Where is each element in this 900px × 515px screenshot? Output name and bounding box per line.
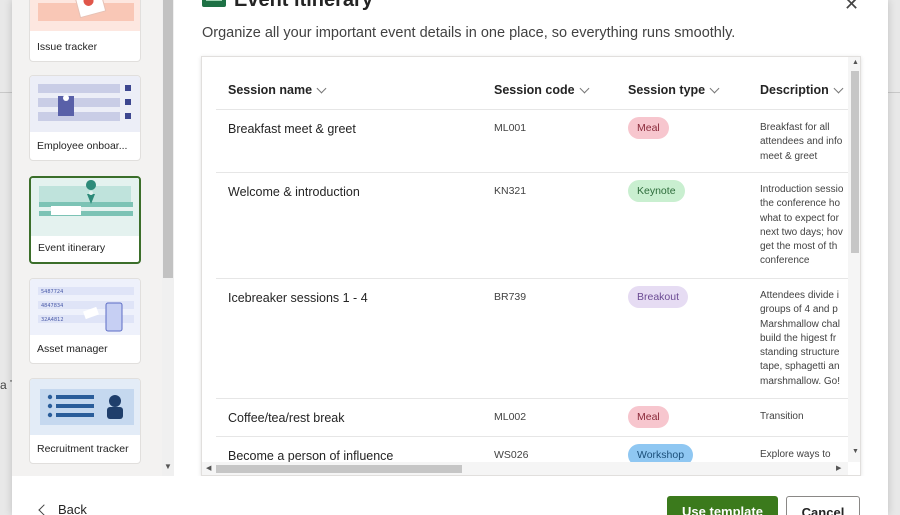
description-cell: Transition: [760, 411, 804, 422]
session-type-cell: Keynote: [628, 180, 685, 202]
asset-code-text: 5487724: [41, 289, 63, 295]
recruitment-tracker-thumbnail: [30, 379, 140, 435]
scrollbar-thumb[interactable]: [216, 465, 462, 473]
session-type-cell: Workshop: [628, 444, 694, 462]
dialog-title: Event itinerary: [234, 0, 373, 12]
asset-code-text: 4847834: [41, 303, 63, 309]
chevron-down-icon: [709, 83, 720, 93]
table-row[interactable]: Icebreaker sessions 1 - 4 BR739 Breakout…: [216, 279, 848, 399]
session-name-cell: Coffee/tea/rest break: [228, 411, 345, 425]
employee-onboarding-thumbnail: [30, 76, 140, 132]
table-header-row: Session name Session code Session type D…: [216, 57, 848, 110]
description-cell: Attendees divide i groups of 4 and p Mar…: [760, 290, 841, 387]
session-type-pill: Meal: [628, 117, 669, 139]
template-label: Event itinerary: [38, 242, 106, 254]
template-preview-table: Session name Session code Session type D…: [201, 56, 861, 476]
column-header-label: Session name: [228, 83, 313, 97]
table-row[interactable]: Welcome & introduction KN321 Keynote Int…: [216, 173, 848, 279]
use-template-button[interactable]: Use template: [667, 496, 778, 515]
session-type-cell: Meal: [628, 117, 669, 139]
backdrop-divider: [0, 92, 12, 93]
back-button-label: Back: [58, 502, 87, 515]
scroll-up-arrow-icon[interactable]: ▲: [852, 59, 859, 66]
description-cell: Introduction sessio the conference ho wh…: [760, 184, 844, 267]
column-header-label: Description: [760, 83, 829, 97]
session-type-pill: Meal: [628, 406, 669, 428]
scroll-down-arrow-icon[interactable]: ▼: [852, 448, 859, 455]
description-cell: Breakfast for all attendees and info mee…: [760, 122, 843, 162]
scroll-right-arrow-icon[interactable]: ▶: [836, 464, 841, 472]
template-card-asset-manager[interactable]: 5487724 4847834 32A4812 Asset manager: [29, 278, 141, 364]
close-icon[interactable]: ✕: [844, 0, 859, 15]
scrollbar-thumb[interactable]: [851, 71, 859, 253]
session-code-cell: WS026: [494, 449, 529, 461]
session-code-cell: ML001: [494, 122, 527, 134]
template-label: Employee onboar...: [37, 140, 128, 152]
column-header-description[interactable]: Description: [760, 83, 844, 97]
template-label: Recruitment tracker: [37, 443, 129, 455]
cancel-button[interactable]: Cancel: [786, 496, 860, 515]
chevron-left-icon: [38, 503, 50, 515]
column-header-label: Session type: [628, 83, 706, 97]
table-vertical-scrollbar[interactable]: ▲ ▼: [848, 57, 860, 462]
dialog-subtitle: Organize all your important event detail…: [202, 25, 736, 41]
table-row[interactable]: Coffee/tea/rest break ML002 Meal Transit…: [216, 399, 848, 437]
template-list-scrollbar[interactable]: ▼: [162, 0, 174, 476]
template-card-recruitment-tracker[interactable]: Recruitment tracker: [29, 378, 141, 464]
back-button[interactable]: Back: [38, 502, 87, 515]
session-type-cell: Meal: [628, 406, 669, 428]
table-row[interactable]: Become a person of influence WS026 Works…: [216, 437, 848, 462]
column-header-label: Session code: [494, 83, 575, 97]
spreadsheet-icon: [202, 0, 226, 7]
dialog-footer: Back Use template Cancel: [12, 476, 888, 515]
session-code-cell: KN321: [494, 185, 527, 197]
scroll-left-arrow-icon[interactable]: ◀: [206, 464, 211, 472]
event-itinerary-thumbnail: [31, 178, 139, 236]
chevron-down-icon: [833, 83, 844, 93]
table-row[interactable]: Breakfast meet & greet ML001 Meal Breakf…: [216, 110, 848, 173]
session-type-pill: Breakout: [628, 286, 689, 308]
template-label: Issue tracker: [37, 41, 98, 53]
session-type-pill: Workshop: [628, 444, 694, 462]
session-type-pill: Keynote: [628, 180, 685, 202]
session-code-cell: ML002: [494, 411, 527, 423]
asset-manager-thumbnail: 5487724 4847834 32A4812: [30, 279, 140, 335]
template-dialog: Issue tracker Employee onboar... Event i…: [12, 0, 888, 515]
template-card-issue-tracker[interactable]: Issue tracker: [29, 0, 141, 62]
session-name-cell: Icebreaker sessions 1 - 4: [228, 291, 368, 305]
session-name-cell: Become a person of influence: [228, 449, 394, 462]
template-label: Asset manager: [37, 343, 108, 355]
scroll-down-arrow-icon[interactable]: ▼: [164, 462, 172, 471]
table-viewport: Session name Session code Session type D…: [202, 57, 848, 462]
column-header-session-name[interactable]: Session name: [228, 83, 327, 97]
dialog-header: Event itinerary: [202, 0, 373, 12]
template-list: Issue tracker Employee onboar... Event i…: [12, 0, 174, 476]
column-header-session-code[interactable]: Session code: [494, 83, 590, 97]
chevron-down-icon: [316, 83, 327, 93]
template-card-event-itinerary[interactable]: Event itinerary: [29, 176, 141, 264]
asset-code-text: 32A4812: [41, 317, 64, 323]
issue-tracker-thumbnail: [30, 0, 140, 31]
chevron-down-icon: [579, 83, 590, 93]
session-type-cell: Breakout: [628, 286, 689, 308]
description-cell: Explore ways to: [760, 449, 831, 460]
session-code-cell: BR739: [494, 291, 527, 303]
column-header-session-type[interactable]: Session type: [628, 83, 720, 97]
session-name-cell: Breakfast meet & greet: [228, 122, 356, 136]
backdrop-divider: [888, 92, 900, 93]
session-name-cell: Welcome & introduction: [228, 185, 360, 199]
table-horizontal-scrollbar[interactable]: ◀ ▶: [202, 462, 848, 475]
scrollbar-thumb[interactable]: [163, 0, 173, 278]
template-card-employee-onboarding[interactable]: Employee onboar...: [29, 75, 141, 161]
